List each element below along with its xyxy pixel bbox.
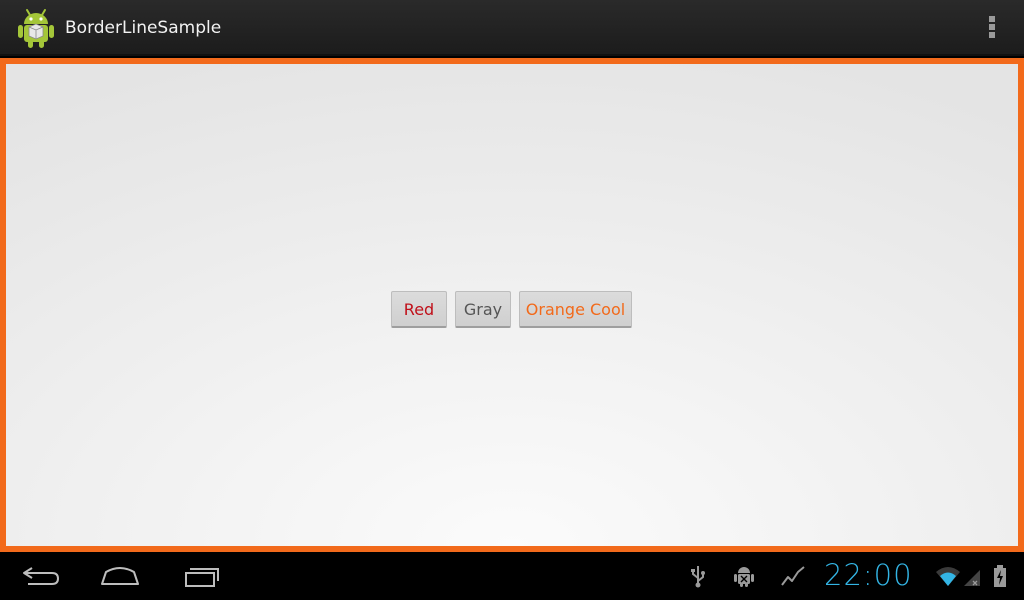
android-robot-icon[interactable] bbox=[16, 7, 56, 49]
overflow-menu-icon[interactable] bbox=[980, 16, 1004, 40]
back-icon[interactable] bbox=[18, 562, 66, 590]
content-area-bordered: Red Gray Orange Cool bbox=[0, 58, 1024, 552]
usb-icon bbox=[691, 566, 705, 588]
wifi-icon bbox=[936, 567, 960, 586]
action-bar: BorderLineSample bbox=[0, 0, 1024, 56]
activity-graph-icon bbox=[781, 566, 805, 586]
app-title: BorderLineSample bbox=[65, 18, 222, 38]
status-clock: 22:00 bbox=[824, 558, 913, 592]
orange-cool-button[interactable]: Orange Cool bbox=[519, 291, 632, 328]
gray-button[interactable]: Gray bbox=[455, 291, 511, 328]
android-debug-icon bbox=[734, 567, 754, 587]
signal-icon bbox=[964, 570, 980, 586]
red-button[interactable]: Red bbox=[391, 291, 447, 328]
android-screen: BorderLineSample Red Gray Orange Cool 22… bbox=[0, 0, 1024, 600]
battery-charging-icon bbox=[994, 565, 1006, 587]
recent-apps-icon[interactable] bbox=[178, 562, 226, 590]
home-icon[interactable] bbox=[96, 562, 144, 590]
